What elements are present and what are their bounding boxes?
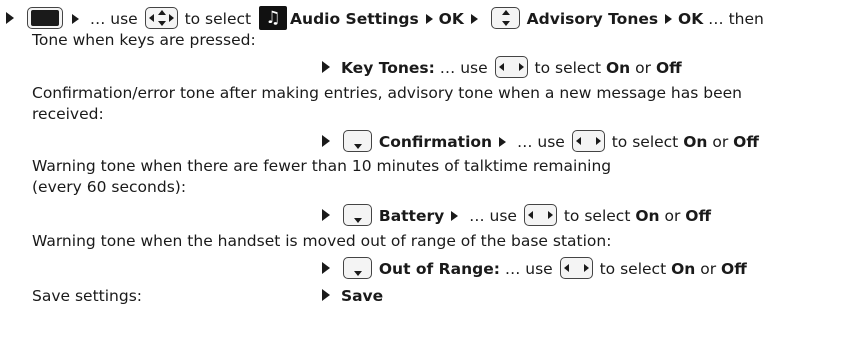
nav-leftright-key-icon[interactable] bbox=[571, 130, 605, 152]
step-arrow-icon bbox=[71, 14, 79, 24]
step-arrow-icon bbox=[322, 262, 330, 274]
ok-label: OK bbox=[438, 10, 464, 28]
to-select-text: to select bbox=[563, 207, 631, 225]
step-arrow-icon bbox=[322, 289, 330, 301]
audio-settings-label: Audio Settings bbox=[290, 10, 419, 28]
on-option: On bbox=[671, 260, 696, 278]
off-option: Off bbox=[685, 207, 712, 225]
on-option: On bbox=[606, 59, 631, 77]
out-of-range-label: Out of Range: bbox=[378, 260, 500, 278]
nav-leftright-key-icon[interactable] bbox=[494, 56, 528, 78]
to-select-text: to select bbox=[534, 59, 602, 77]
battery-description-line1: Warning tone when there are fewer than 1… bbox=[32, 157, 612, 175]
off-option: Off bbox=[721, 260, 747, 278]
use-text: … use bbox=[516, 133, 565, 151]
step-arrow-icon bbox=[470, 14, 478, 24]
or-text: or bbox=[700, 260, 717, 278]
confirmation-label: Confirmation bbox=[378, 133, 493, 151]
key-tones-step: Key Tones: … use to select On or Off bbox=[320, 56, 682, 79]
confirmation-description-line2: received: bbox=[32, 105, 104, 123]
nav-down-key-icon[interactable] bbox=[342, 257, 372, 279]
step-navigate-advisory-tones: … use to select ♫ Audio Settings OK Advis… bbox=[4, 6, 764, 30]
use-text: … use bbox=[439, 59, 488, 77]
step-arrow-icon bbox=[425, 14, 433, 24]
battery-description-line2: (every 60 seconds): bbox=[32, 178, 187, 196]
out-of-range-description: Warning tone when the handset is moved o… bbox=[32, 232, 612, 250]
nav-updown-key-icon[interactable] bbox=[490, 7, 520, 29]
then-text: … then bbox=[708, 10, 764, 28]
confirmation-step: Confirmation … use to select On or Off bbox=[320, 130, 759, 153]
save-step: Save bbox=[320, 285, 383, 307]
off-option: Off bbox=[655, 59, 682, 77]
confirmation-description-line1: Confirmation/error tone after making ent… bbox=[32, 84, 742, 102]
ok-label: OK bbox=[678, 10, 704, 28]
battery-step: Battery … use to select On or Off bbox=[320, 204, 711, 227]
to-select-text: to select bbox=[599, 260, 667, 278]
use-text: … use bbox=[504, 260, 553, 278]
step-arrow-icon bbox=[665, 14, 673, 24]
nav-down-key-icon[interactable] bbox=[342, 130, 372, 152]
use-text: … use bbox=[469, 207, 517, 225]
or-text: or bbox=[664, 207, 681, 225]
to-select-text: to select bbox=[611, 133, 679, 151]
off-option: Off bbox=[733, 133, 759, 151]
nav-down-key-icon[interactable] bbox=[342, 204, 372, 226]
to-select-text: to select bbox=[184, 10, 252, 28]
key-tones-label: Key Tones: bbox=[340, 59, 435, 77]
save-settings-description: Save settings: bbox=[32, 287, 143, 305]
menu-key-icon[interactable] bbox=[26, 7, 63, 29]
on-option: On bbox=[683, 133, 708, 151]
advisory-tones-label: Advisory Tones bbox=[526, 10, 659, 28]
save-label: Save bbox=[340, 287, 384, 305]
or-text: or bbox=[712, 133, 729, 151]
step-arrow-icon bbox=[6, 12, 14, 24]
use-text: … use bbox=[89, 10, 138, 28]
nav-leftright-key-icon[interactable] bbox=[523, 204, 557, 226]
out-of-range-step: Out of Range: … use to select On or Off bbox=[320, 257, 747, 280]
step-arrow-icon bbox=[322, 135, 330, 147]
step-arrow-icon bbox=[322, 61, 330, 73]
step-arrow-icon bbox=[451, 211, 459, 221]
key-tones-description: Tone when keys are pressed: bbox=[32, 31, 256, 49]
music-note-icon: ♫ bbox=[259, 6, 288, 30]
battery-label: Battery bbox=[378, 207, 445, 225]
or-text: or bbox=[635, 59, 652, 77]
on-option: On bbox=[635, 207, 660, 225]
nav-4way-key-icon[interactable] bbox=[144, 7, 178, 29]
nav-leftright-key-icon[interactable] bbox=[559, 257, 593, 279]
step-arrow-icon bbox=[499, 137, 507, 147]
step-arrow-icon bbox=[322, 209, 330, 221]
